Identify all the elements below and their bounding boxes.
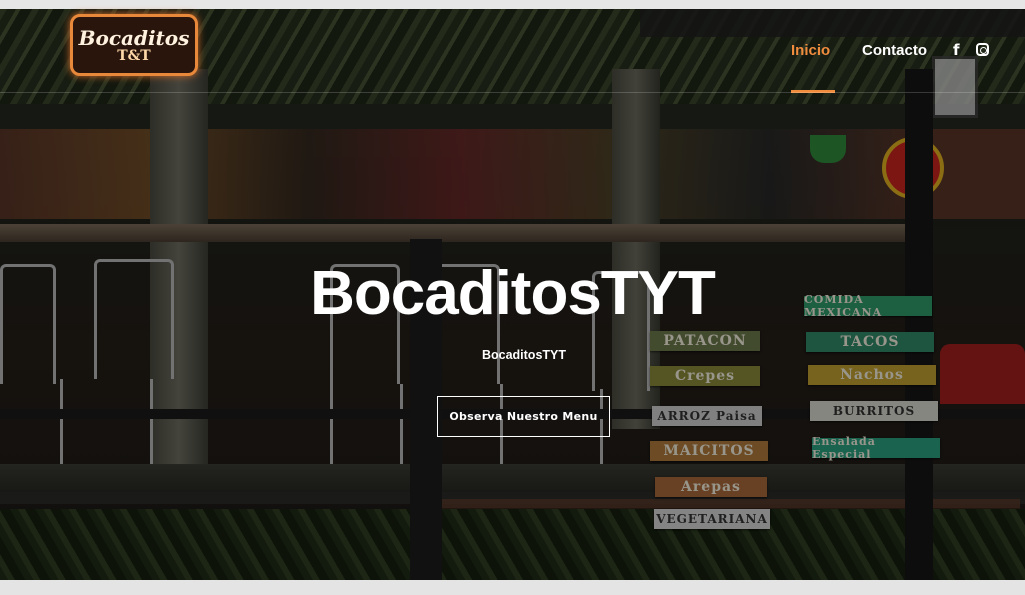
nav-item-contacto[interactable]: Contacto (862, 42, 927, 59)
logo-text: Bocaditos (78, 26, 190, 50)
header-divider (0, 92, 1025, 93)
site-logo[interactable]: Bocaditos T&T (70, 14, 198, 76)
facebook-icon[interactable]: f (953, 41, 960, 59)
top-strip (0, 0, 1025, 9)
hero-title: BocaditosTYT (310, 259, 716, 328)
bottom-strip (0, 580, 1025, 595)
logo-subtext: T&T (117, 48, 151, 64)
instagram-icon[interactable] (976, 43, 989, 56)
nav-item-inicio[interactable]: Inicio (791, 42, 830, 59)
view-menu-button[interactable]: Observa Nuestro Menu (437, 396, 610, 437)
hero-subtitle: BocaditosTYT (481, 348, 567, 362)
